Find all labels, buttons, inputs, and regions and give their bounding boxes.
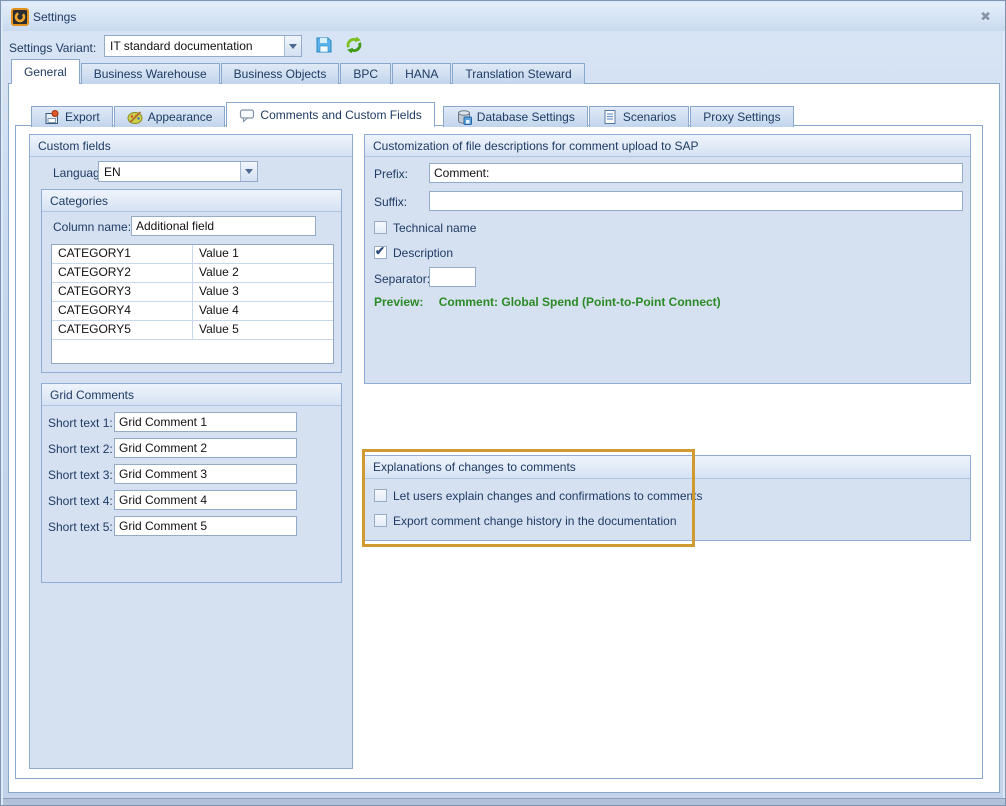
short-text-1-label: Short text 1:	[48, 416, 112, 430]
tab-proxy-settings[interactable]: Proxy Settings	[690, 106, 793, 127]
title-bar: Settings ✖	[3, 3, 1005, 31]
window-title: Settings	[33, 10, 76, 24]
export-icon	[44, 109, 60, 125]
separator-label: Separator:	[374, 272, 430, 286]
main-tab-strip: General Business Warehouse Business Obje…	[11, 60, 586, 84]
preview-row: Preview: Comment: Global Spend (Point-to…	[374, 295, 721, 309]
refresh-icon[interactable]	[344, 35, 364, 55]
tab-translation-steward[interactable]: Translation Steward	[452, 63, 584, 84]
settings-variant-select[interactable]: IT standard documentation	[104, 35, 302, 57]
explain-changes-checkbox[interactable]	[374, 489, 387, 502]
close-icon[interactable]: ✖	[980, 9, 991, 25]
chevron-down-icon	[245, 169, 253, 174]
settings-variant-label: Settings Variant:	[9, 41, 96, 55]
save-variant-button[interactable]	[314, 35, 334, 55]
preview-value: Comment: Global Spend (Point-to-Point Co…	[439, 295, 721, 309]
short-text-3-label: Short text 3:	[48, 468, 112, 482]
customization-group-title: Customization of file descriptions for c…	[365, 135, 970, 157]
document-icon	[602, 109, 618, 125]
tab-general[interactable]: General	[11, 59, 80, 84]
table-row[interactable]: CATEGORY5 Value 5	[52, 321, 333, 340]
settings-window: Settings ✖ Settings Variant: IT standard…	[0, 0, 1006, 806]
settings-variant-dropdown-button[interactable]	[284, 36, 301, 56]
short-text-3-input[interactable]	[114, 464, 297, 484]
technical-name-checkbox[interactable]	[374, 221, 387, 234]
description-label: Description	[393, 246, 453, 260]
tab-comments-and-custom-fields[interactable]: Comments and Custom Fields	[226, 102, 434, 127]
table-row[interactable]: CATEGORY4 Value 4	[52, 302, 333, 321]
description-checkbox[interactable]: ✔	[374, 246, 387, 259]
tab-scenarios[interactable]: Scenarios	[589, 106, 689, 127]
short-text-5-input[interactable]	[114, 516, 297, 536]
settings-variant-value: IT standard documentation	[105, 39, 284, 53]
language-value: EN	[99, 165, 240, 179]
short-text-4-input[interactable]	[114, 490, 297, 510]
grid-comments-group-title: Grid Comments	[42, 384, 341, 406]
export-history-checkbox[interactable]	[374, 514, 387, 527]
tab-bpc[interactable]: BPC	[340, 63, 391, 84]
short-text-2-label: Short text 2:	[48, 442, 112, 456]
app-logo-icon	[11, 8, 29, 26]
short-text-4-label: Short text 4:	[48, 494, 112, 508]
column-name-input[interactable]	[131, 216, 316, 236]
separator-input[interactable]	[429, 267, 476, 287]
tab-hana[interactable]: HANA	[392, 63, 451, 84]
explain-changes-label: Let users explain changes and confirmati…	[393, 489, 703, 503]
prefix-input[interactable]	[429, 163, 963, 183]
preview-label: Preview:	[374, 295, 423, 309]
database-icon	[456, 109, 472, 125]
window-bottom-edge	[3, 798, 1005, 805]
categories-table[interactable]: CATEGORY1 Value 1 CATEGORY2 Value 2 CATE…	[51, 244, 334, 364]
table-row[interactable]: CATEGORY2 Value 2	[52, 264, 333, 283]
tab-business-objects[interactable]: Business Objects	[221, 63, 340, 84]
tab-database-settings[interactable]: Database Settings	[443, 106, 588, 127]
custom-fields-group-title: Custom fields	[30, 135, 352, 157]
suffix-label: Suffix:	[374, 195, 407, 209]
explanations-group-title: Explanations of changes to comments	[365, 456, 970, 479]
categories-group-title: Categories	[42, 190, 341, 212]
tab-export[interactable]: Export	[31, 106, 113, 127]
table-row[interactable]: CATEGORY3 Value 3	[52, 283, 333, 302]
tab-business-warehouse[interactable]: Business Warehouse	[81, 63, 220, 84]
suffix-input[interactable]	[429, 191, 963, 211]
technical-name-label: Technical name	[393, 221, 476, 235]
tab-appearance[interactable]: Appearance	[114, 106, 226, 127]
language-select[interactable]: EN	[98, 161, 258, 182]
language-dropdown-button[interactable]	[240, 162, 257, 181]
export-history-label: Export comment change history in the doc…	[393, 514, 677, 528]
short-text-2-input[interactable]	[114, 438, 297, 458]
palette-icon	[127, 109, 143, 125]
sub-tab-strip: Export Appearance Comments and Custom Fi…	[31, 102, 795, 127]
check-icon: ✔	[375, 244, 385, 258]
comment-bubble-icon	[239, 107, 255, 123]
column-name-label: Column name:	[53, 220, 131, 234]
short-text-5-label: Short text 5:	[48, 520, 112, 534]
chevron-down-icon	[289, 44, 297, 49]
short-text-1-input[interactable]	[114, 412, 297, 432]
table-row[interactable]: CATEGORY1 Value 1	[52, 245, 333, 264]
prefix-label: Prefix:	[374, 167, 408, 181]
